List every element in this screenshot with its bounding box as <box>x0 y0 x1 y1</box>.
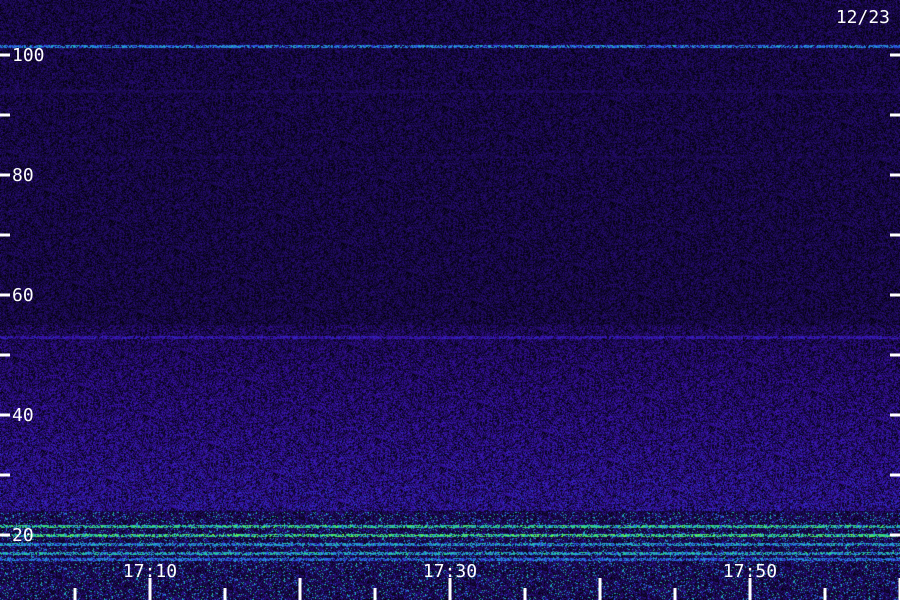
x-tick-label: 17:50 <box>723 561 777 582</box>
spectrogram-axes: 100 80 60 40 20 17:10 17:30 17:50 12/23 <box>0 7 900 600</box>
x-tick-label: 17:10 <box>123 561 177 582</box>
y-tick-label: 40 <box>12 405 34 426</box>
x-axis: 17:10 17:30 17:50 <box>73 561 900 600</box>
y-tick-label: 80 <box>12 165 34 186</box>
y-axis-left: 100 80 60 40 20 <box>0 45 45 546</box>
y-axis-right <box>890 53 900 537</box>
x-tick-label: 17:30 <box>423 561 477 582</box>
y-tick-label: 20 <box>12 525 34 546</box>
y-tick-label: 60 <box>12 285 34 306</box>
y-tick-label: 100 <box>12 45 45 66</box>
date-label: 12/23 <box>836 7 890 28</box>
